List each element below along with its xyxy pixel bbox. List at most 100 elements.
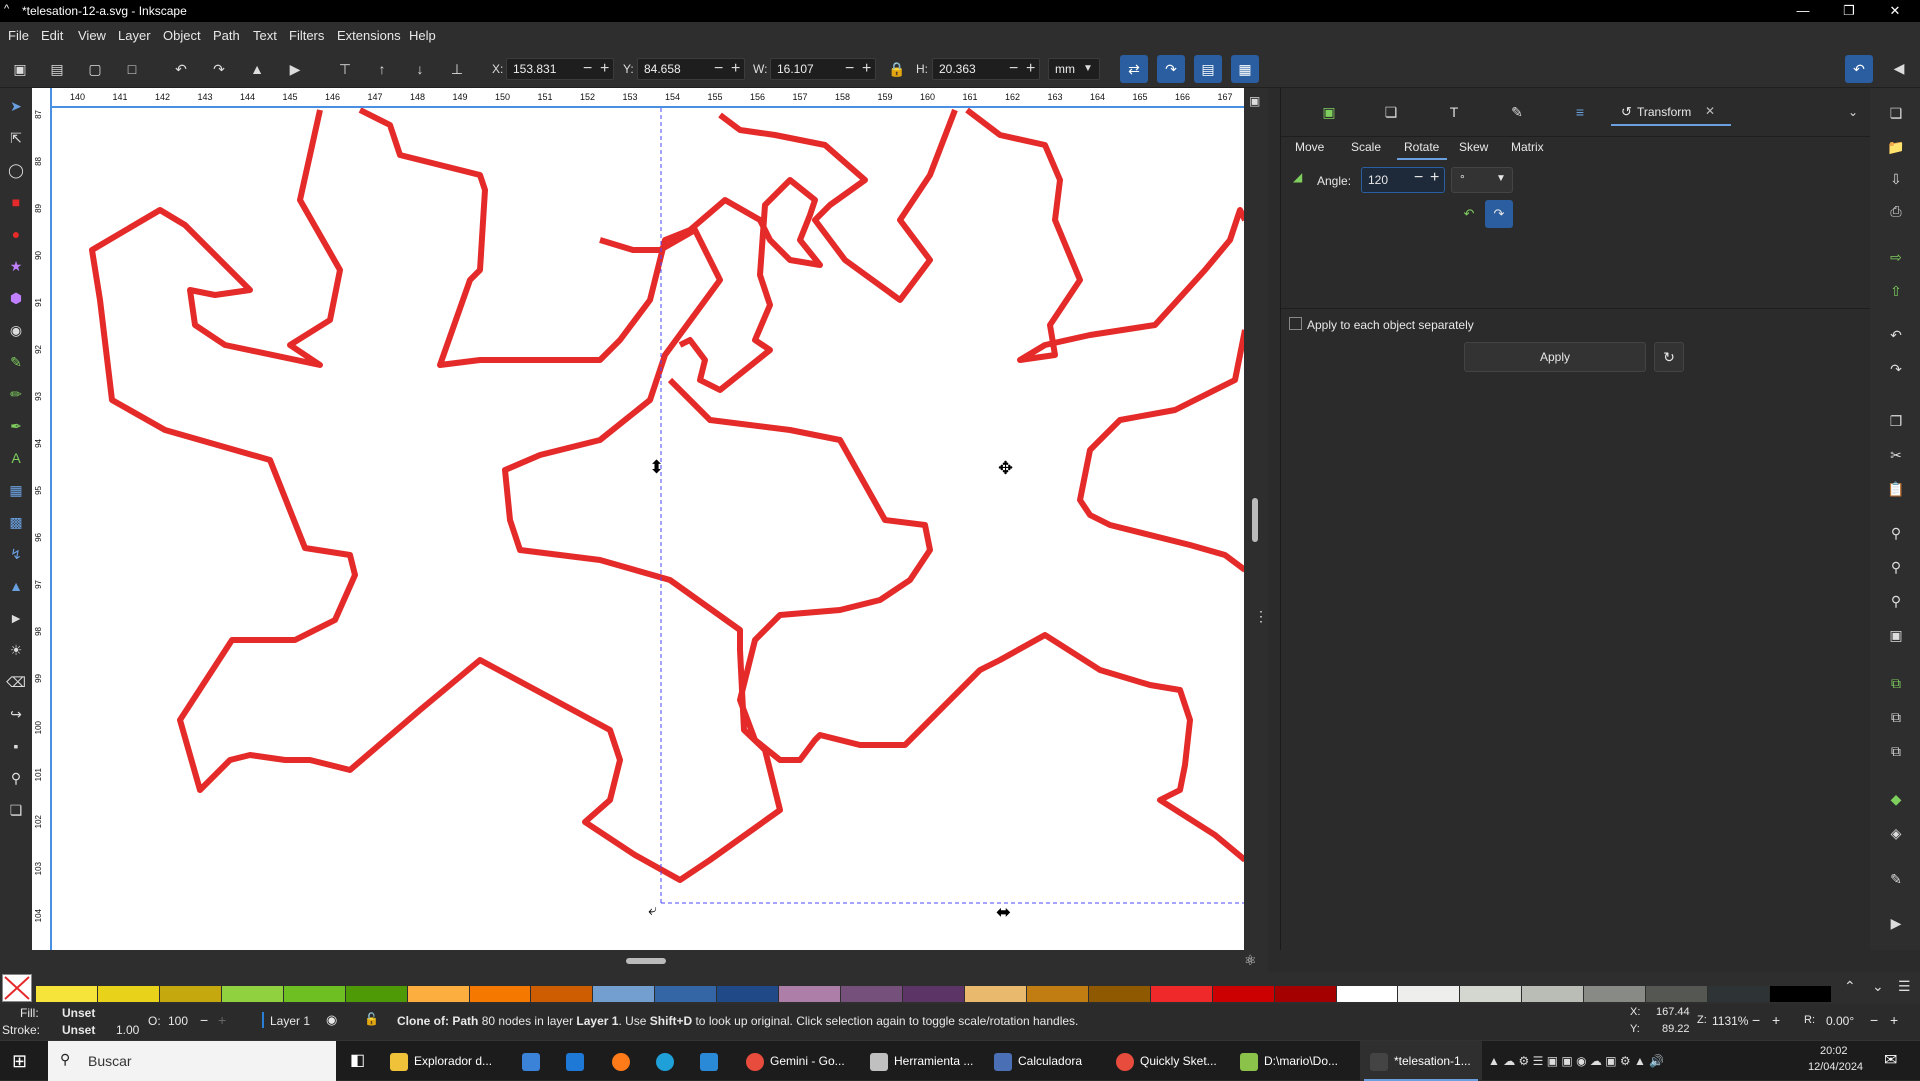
apply-button[interactable]: Apply	[1464, 342, 1646, 372]
3d-box-tool-icon[interactable]: ⬢	[4, 286, 28, 310]
pages-tool-icon[interactable]: ❏	[4, 798, 28, 822]
import-icon[interactable]: ⇨	[1885, 246, 1907, 268]
x-increment[interactable]: +	[600, 59, 609, 79]
flip-horizontal-icon[interactable]: ▲	[246, 58, 268, 80]
no-paint-swatch[interactable]	[2, 974, 32, 1002]
color-swatch[interactable]	[593, 986, 655, 1002]
cut-icon[interactable]: ✂	[1885, 444, 1907, 466]
color-swatch[interactable]	[1026, 986, 1088, 1002]
expand-icon[interactable]: ▶	[1885, 912, 1907, 934]
tweak-tool-icon[interactable]: ►	[4, 606, 28, 630]
mesh-tool-icon[interactable]: ▩	[4, 510, 28, 534]
export-icon[interactable]: ⇧	[1885, 280, 1907, 302]
color-swatch[interactable]	[1708, 986, 1770, 1002]
color-swatch[interactable]	[1150, 986, 1212, 1002]
color-swatch[interactable]	[1212, 986, 1274, 1002]
color-swatch[interactable]	[1646, 986, 1708, 1002]
stroke-value[interactable]: Unset	[62, 1023, 95, 1037]
tray-icons[interactable]: ▲ ☁ ⚙ ☰ ▣ ▣ ◉ ☁ ▣ ⚙ ▲ 🔊	[1488, 1041, 1664, 1081]
color-swatch[interactable]	[407, 986, 469, 1002]
tab-rotate[interactable]: Rotate	[1397, 136, 1447, 160]
rotate-cw-icon[interactable]: ↷	[1485, 200, 1513, 228]
color-swatch[interactable]	[655, 986, 717, 1002]
mail-icon[interactable]	[566, 1041, 590, 1081]
menu-text[interactable]: Text	[253, 28, 277, 43]
rotation-value[interactable]: 0.00°	[1826, 1014, 1854, 1028]
spray-tool-icon[interactable]: ☀	[4, 638, 28, 662]
tab-matrix[interactable]: Matrix	[1511, 140, 1544, 154]
text-font-tab-icon[interactable]: T	[1442, 100, 1466, 124]
menu-object[interactable]: Object	[163, 28, 201, 43]
display-mode-icon[interactable]: ▣	[1249, 94, 1260, 108]
color-swatch[interactable]	[903, 986, 964, 1002]
taskbar-app-inkscape[interactable]: *telesation-1...	[1360, 1041, 1482, 1081]
rotate-cw-icon[interactable]: ↷	[208, 58, 230, 80]
menu-view[interactable]: View	[78, 28, 106, 43]
close-button[interactable]: ✕	[1872, 0, 1918, 22]
color-swatch[interactable]	[1584, 986, 1646, 1002]
color-swatch[interactable]	[964, 986, 1026, 1002]
duplicate-icon[interactable]: ⧉	[1885, 672, 1907, 694]
zoom-drawing-icon[interactable]: ⚲	[1885, 556, 1907, 578]
h-increment[interactable]: +	[1026, 59, 1035, 79]
angle-unit-select[interactable]: ° ▼	[1451, 167, 1513, 193]
color-swatch[interactable]	[97, 986, 159, 1002]
calligraphy-tool-icon[interactable]: ✒	[4, 414, 28, 438]
lower-to-bottom-icon[interactable]: ⊥	[446, 58, 468, 80]
measure-tool-icon[interactable]: ▪	[4, 734, 28, 758]
color-swatch[interactable]	[36, 986, 97, 1002]
vscode-icon[interactable]	[700, 1041, 724, 1081]
edge-icon[interactable]	[656, 1041, 680, 1081]
paint-bucket-tool-icon[interactable]: ▲	[4, 574, 28, 598]
rotation-increment[interactable]: +	[1890, 1012, 1898, 1028]
paste-icon[interactable]: 📋	[1885, 478, 1907, 500]
dropper-tool-icon[interactable]: ↯	[4, 542, 28, 566]
flip-vertical-icon[interactable]: ▶	[284, 58, 306, 80]
y-increment[interactable]: +	[731, 59, 740, 79]
snap-toggle-icon[interactable]: ↶	[1845, 55, 1873, 83]
xml-editor-icon[interactable]: ✎	[1885, 868, 1907, 890]
menu-edit[interactable]: Edit	[41, 28, 63, 43]
panel-grip-icon[interactable]: ⋮	[1254, 608, 1268, 625]
color-swatch[interactable]	[841, 986, 903, 1002]
reset-icon[interactable]: ↻	[1654, 342, 1684, 372]
w-field[interactable]: 16.107 − +	[770, 58, 876, 80]
document-properties-tab-icon[interactable]: ❏	[1379, 100, 1403, 124]
scale-corners-icon[interactable]: ↷	[1157, 55, 1185, 83]
zoom-page-icon[interactable]: ⚲	[1885, 590, 1907, 612]
menu-layer[interactable]: Layer	[118, 28, 151, 43]
horizontal-scrollbar-thumb[interactable]	[626, 958, 666, 964]
color-swatch[interactable]	[1460, 986, 1522, 1002]
current-layer[interactable]: Layer 1	[270, 1014, 310, 1028]
ellipse-tool-icon[interactable]: ●	[4, 222, 28, 246]
zoom-value[interactable]: 1131%	[1712, 1014, 1748, 1028]
pencil-tool-icon[interactable]: ✏	[4, 382, 28, 406]
zoom-selection-icon[interactable]: ⚲	[1885, 522, 1907, 544]
apply-each-checkbox[interactable]	[1289, 317, 1302, 330]
zoom-out-button[interactable]: −	[1752, 1012, 1760, 1028]
menu-path[interactable]: Path	[213, 28, 240, 43]
raise-icon[interactable]: ↑	[371, 58, 393, 80]
unlink-clone-icon[interactable]: ⧉	[1885, 740, 1907, 762]
text-tool-icon[interactable]: A	[4, 446, 28, 470]
taskbar-app-notepad[interactable]: D:\mario\Do...	[1240, 1041, 1338, 1081]
palette-down-icon[interactable]: ⌄	[1872, 978, 1884, 995]
eraser-tool-icon[interactable]: ⌫	[4, 670, 28, 694]
lock-icon[interactable]: 🔓	[364, 1012, 379, 1026]
print-icon[interactable]: ⎙	[1885, 200, 1907, 222]
connector-tool-icon[interactable]: ↪	[4, 702, 28, 726]
angle-increment[interactable]: +	[1430, 169, 1439, 187]
restore-button[interactable]: ❐	[1826, 0, 1872, 22]
h-decrement[interactable]: −	[1009, 59, 1018, 79]
color-swatch[interactable]	[283, 986, 345, 1002]
x-field[interactable]: 153.831 − +	[506, 58, 614, 80]
minimize-button[interactable]: —	[1780, 0, 1826, 22]
taskbar-app-herramienta[interactable]: Herramienta ...	[870, 1041, 973, 1081]
color-swatch[interactable]	[1398, 986, 1460, 1002]
angle-decrement[interactable]: −	[1414, 169, 1423, 187]
rotate-ccw-icon[interactable]: ↶	[1457, 202, 1481, 226]
color-swatch[interactable]	[1336, 986, 1398, 1002]
touch-select-icon[interactable]: □	[121, 58, 143, 80]
store-icon[interactable]	[522, 1041, 546, 1081]
tab-move[interactable]: Move	[1295, 140, 1324, 154]
